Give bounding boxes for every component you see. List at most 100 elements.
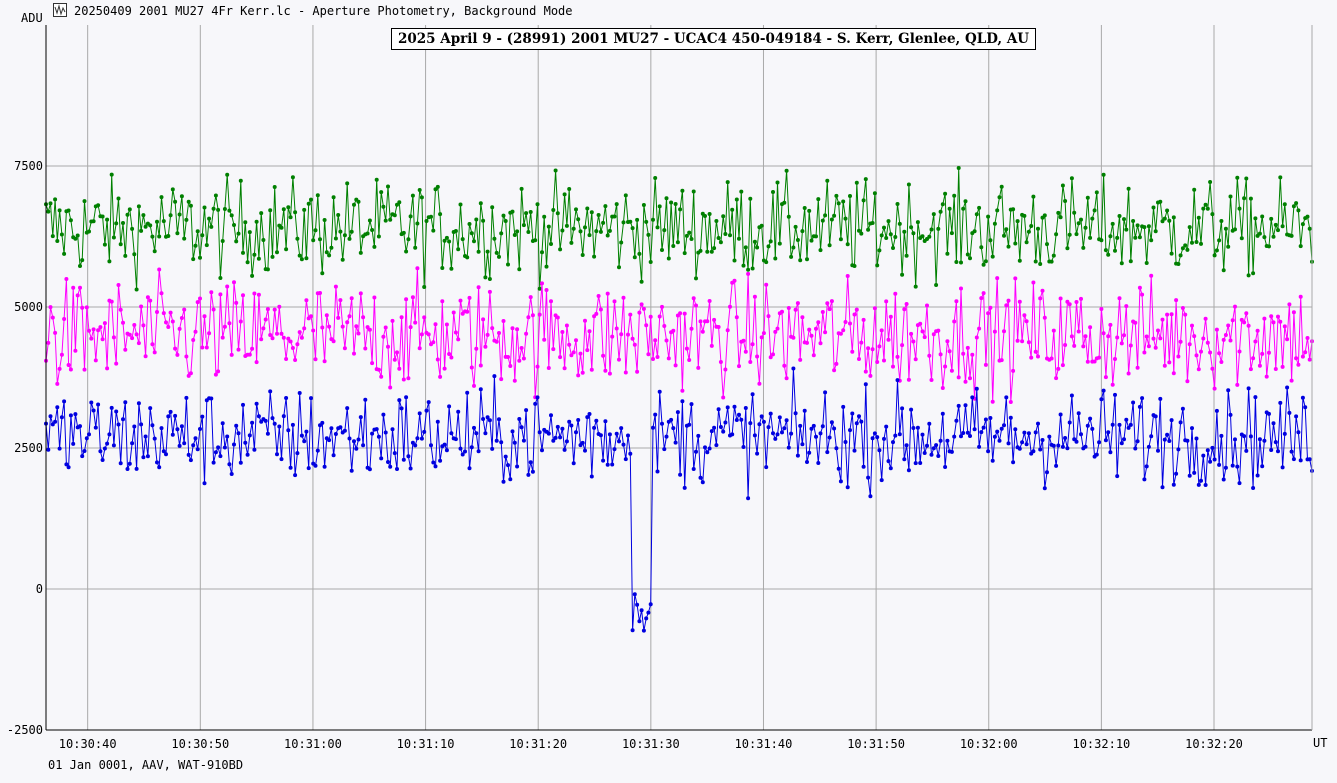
- data-point: [814, 234, 818, 239]
- data-point: [1153, 345, 1158, 350]
- data-point: [707, 299, 712, 303]
- data-point: [279, 225, 284, 230]
- data-point: [689, 326, 694, 331]
- data-point: [698, 475, 703, 480]
- data-point: [424, 219, 429, 223]
- data-point: [673, 440, 678, 445]
- data-point: [1110, 382, 1115, 387]
- data-point: [714, 443, 719, 448]
- data-point: [435, 419, 440, 424]
- data-point: [603, 204, 608, 209]
- data-point: [983, 417, 988, 422]
- data-point: [843, 440, 848, 444]
- data-point: [852, 448, 857, 453]
- data-point: [186, 199, 191, 204]
- data-point: [75, 293, 80, 298]
- data-point: [716, 407, 721, 412]
- data-point: [342, 346, 347, 351]
- data-point: [1233, 227, 1237, 232]
- data-point: [91, 219, 96, 224]
- data-point: [684, 346, 689, 351]
- data-point: [93, 358, 98, 363]
- data-point: [413, 245, 418, 250]
- data-point: [1002, 233, 1006, 238]
- data-point: [891, 246, 895, 250]
- data-point: [1246, 273, 1251, 278]
- data-point: [1260, 464, 1265, 469]
- data-point: [80, 305, 85, 310]
- data-point: [424, 408, 429, 413]
- data-point: [422, 285, 427, 289]
- data-point: [528, 295, 533, 300]
- data-point: [1158, 199, 1163, 204]
- data-point: [1294, 414, 1299, 419]
- data-point: [406, 454, 411, 459]
- data-point: [331, 453, 336, 458]
- data-point: [1253, 339, 1258, 344]
- data-point: [872, 191, 877, 196]
- data-point: [918, 461, 923, 465]
- data-point: [997, 195, 1002, 200]
- data-point: [1135, 223, 1140, 228]
- data-point: [1151, 336, 1156, 341]
- data-point: [757, 381, 762, 386]
- data-point: [322, 464, 327, 469]
- data-point: [619, 240, 624, 245]
- data-point: [53, 330, 58, 335]
- data-point: [342, 233, 347, 238]
- data-point: [1119, 341, 1124, 346]
- data-point: [1113, 357, 1117, 361]
- data-point: [422, 429, 427, 434]
- data-point: [256, 292, 261, 297]
- data-point: [1167, 218, 1172, 223]
- data-point: [906, 182, 911, 187]
- data-point: [1128, 422, 1133, 427]
- data-point: [1090, 426, 1095, 431]
- data-point: [553, 435, 558, 440]
- data-point: [1194, 436, 1199, 441]
- data-point: [1156, 448, 1160, 453]
- data-point: [752, 433, 757, 438]
- data-point: [827, 307, 832, 312]
- data-point: [524, 331, 529, 336]
- data-point: [583, 318, 587, 323]
- data-point: [832, 213, 837, 218]
- data-point: [637, 619, 642, 624]
- data-point: [46, 340, 51, 345]
- data-point: [1282, 202, 1287, 207]
- data-point: [1113, 392, 1117, 397]
- data-point: [1113, 248, 1117, 253]
- data-point: [1144, 464, 1149, 469]
- data-point: [746, 496, 751, 501]
- data-point: [438, 458, 443, 463]
- data-point: [1124, 417, 1129, 422]
- data-point: [829, 217, 834, 222]
- data-point: [487, 418, 492, 423]
- data-point: [1036, 354, 1040, 359]
- chart-title: 2025 April 9 - (28991) 2001 MU27 - UCAC4…: [391, 28, 1037, 50]
- data-point: [241, 250, 245, 255]
- data-point: [286, 428, 291, 433]
- data-point: [992, 434, 997, 439]
- data-point: [884, 299, 889, 304]
- data-point: [838, 237, 843, 242]
- data-point: [1214, 408, 1219, 413]
- data-point: [682, 311, 687, 316]
- data-point: [1212, 253, 1217, 258]
- data-point: [943, 191, 948, 196]
- data-point: [1242, 320, 1247, 325]
- data-point: [82, 449, 87, 453]
- data-point: [485, 332, 490, 337]
- data-point: [182, 441, 187, 446]
- data-point: [660, 304, 664, 309]
- data-point: [1006, 244, 1011, 249]
- data-point: [1190, 323, 1194, 328]
- data-point: [415, 436, 420, 441]
- data-point: [771, 190, 775, 194]
- data-point: [789, 254, 794, 259]
- data-point: [836, 466, 841, 471]
- data-point: [116, 196, 121, 201]
- data-point: [157, 267, 162, 272]
- data-point: [1201, 336, 1206, 341]
- data-point: [1153, 229, 1158, 234]
